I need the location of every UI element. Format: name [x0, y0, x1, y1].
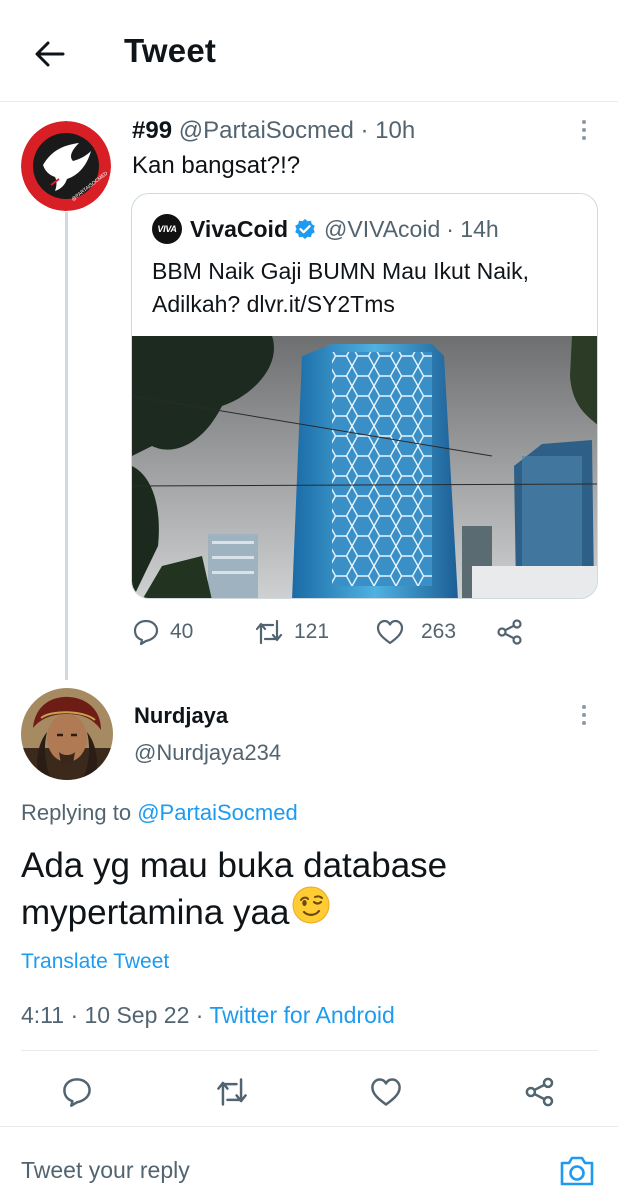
retweet-button[interactable] — [214, 1074, 250, 1110]
quoted-display-name: VivaCoid — [190, 215, 288, 242]
divider — [21, 1050, 598, 1051]
camera-icon — [560, 1156, 594, 1186]
quoted-tweet-image[interactable] — [132, 336, 597, 598]
divider — [0, 1126, 618, 1127]
arrow-left-icon — [35, 41, 65, 67]
heart-icon — [371, 1078, 401, 1106]
thread-line — [65, 212, 68, 680]
quoted-tweet[interactable]: VIVA VivaCoid @VIVAcoid · 14h BBM Naik G… — [131, 193, 598, 599]
tweet-source-link[interactable]: Twitter for Android — [209, 1002, 394, 1028]
share-icon — [497, 619, 522, 645]
more-vertical-icon — [582, 120, 586, 124]
avatar-partaisocmed[interactable]: @PARTAISOCMED — [21, 121, 111, 211]
main-more-button[interactable] — [570, 701, 598, 729]
parent-more-button[interactable] — [570, 116, 598, 144]
more-vertical-icon — [582, 705, 586, 709]
back-button[interactable] — [30, 34, 70, 74]
top-bar: Tweet — [0, 0, 618, 102]
parent-handle[interactable]: @PartaiSocmed — [179, 117, 354, 144]
quoted-handle: @VIVAcoid — [324, 215, 441, 242]
retweet-icon — [217, 1078, 247, 1106]
main-handle[interactable]: @Nurdjaya234 — [134, 740, 281, 766]
replying-to-link[interactable]: @PartaiSocmed — [137, 800, 298, 825]
camera-button[interactable] — [558, 1154, 596, 1188]
quoted-avatar[interactable]: VIVA — [152, 214, 182, 244]
avatar-nurdjaya[interactable] — [21, 688, 113, 780]
parent-tweet-header: #99 @PartaiSocmed · 10h — [132, 117, 415, 145]
retweet-button[interactable]: 121 — [254, 616, 329, 648]
parent-tweet-text: Kan bangsat?!? — [132, 152, 301, 179]
retweet-count: 121 — [294, 620, 330, 643]
reply-icon — [63, 1078, 91, 1107]
replying-to: Replying to @PartaiSocmed — [21, 800, 298, 826]
parent-time[interactable]: · 10h — [361, 117, 416, 144]
quoted-tweet-text: BBM Naik Gaji BUMN Mau Ikut Naik, Adilka… — [152, 258, 530, 317]
heart-icon — [376, 619, 404, 645]
tweet-timestamp[interactable]: 4:11 · 10 Sep 22 · — [21, 1002, 209, 1028]
reply-composer — [0, 1140, 618, 1200]
verified-badge-icon — [294, 218, 316, 240]
reply-icon — [133, 619, 159, 646]
share-icon — [525, 1077, 554, 1107]
main-display-name[interactable]: Nurdjaya — [134, 703, 228, 729]
like-button[interactable] — [368, 1074, 404, 1110]
tweet-metadata: 4:11 · 10 Sep 22 · Twitter for Android — [21, 1002, 395, 1029]
share-button[interactable] — [496, 616, 524, 648]
like-button[interactable]: 263 — [375, 616, 456, 648]
quoted-tweet-header: VIVA VivaCoid @VIVAcoid · 14h — [152, 214, 499, 244]
share-button[interactable] — [522, 1074, 558, 1110]
reply-button[interactable] — [59, 1074, 95, 1110]
reply-count: 40 — [170, 620, 194, 643]
translate-tweet-link[interactable]: Translate Tweet — [21, 950, 169, 974]
parent-display-name[interactable]: #99 — [132, 117, 172, 144]
quoted-time: · 14h — [446, 215, 499, 242]
winking-face-emoji — [291, 885, 331, 937]
page-title: Tweet — [124, 32, 217, 69]
main-tweet-text: Ada yg mau buka database mypertamina yaa — [21, 842, 591, 937]
reply-button[interactable]: 40 — [132, 616, 193, 648]
main-tweet-body: Ada yg mau buka database mypertamina yaa — [21, 846, 448, 932]
like-count: 263 — [421, 620, 457, 643]
retweet-icon — [255, 619, 283, 645]
reply-input[interactable] — [21, 1152, 521, 1188]
replying-to-label: Replying to — [21, 800, 132, 825]
